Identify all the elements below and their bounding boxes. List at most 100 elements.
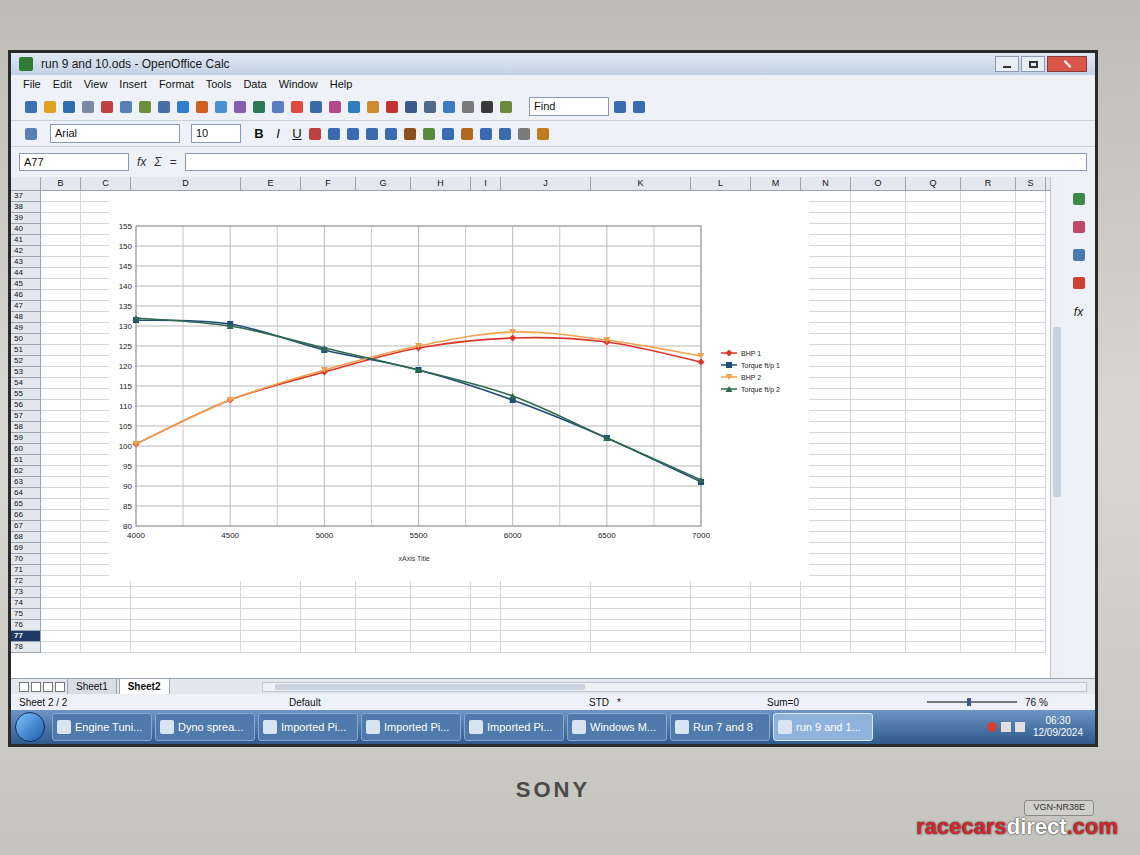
cell[interactable] — [906, 191, 961, 202]
row-header[interactable]: 48 — [11, 312, 41, 323]
cell[interactable] — [906, 620, 961, 631]
toolbar-button-icon[interactable] — [422, 99, 438, 115]
cell[interactable] — [501, 631, 591, 642]
cell[interactable] — [961, 422, 1016, 433]
cell[interactable] — [961, 312, 1016, 323]
cell[interactable] — [356, 587, 411, 598]
toolbar-button-icon[interactable] — [99, 99, 115, 115]
cell[interactable] — [906, 411, 961, 422]
toolbar-button-icon[interactable] — [403, 99, 419, 115]
column-header[interactable]: O — [851, 177, 906, 190]
cell[interactable] — [961, 532, 1016, 543]
cell[interactable] — [851, 609, 906, 620]
row-header[interactable]: 59 — [11, 433, 41, 444]
cell[interactable] — [501, 587, 591, 598]
cell[interactable] — [961, 279, 1016, 290]
cell[interactable] — [356, 620, 411, 631]
cell[interactable] — [131, 631, 241, 642]
format-button-icon[interactable] — [307, 126, 323, 142]
cell[interactable] — [1016, 378, 1046, 389]
cell[interactable] — [851, 411, 906, 422]
cell[interactable] — [961, 235, 1016, 246]
cell[interactable] — [41, 202, 81, 213]
vertical-scrollbar[interactable] — [1050, 177, 1062, 678]
sidebar-button-icon[interactable] — [1071, 275, 1087, 291]
cell[interactable] — [961, 389, 1016, 400]
cell[interactable] — [411, 620, 471, 631]
cell[interactable] — [41, 565, 81, 576]
cell[interactable] — [501, 642, 591, 653]
toolbar-button-icon[interactable] — [137, 99, 153, 115]
cell[interactable] — [906, 455, 961, 466]
menu-item[interactable]: Data — [243, 76, 266, 93]
row-header[interactable]: 70 — [11, 554, 41, 565]
cell[interactable] — [961, 444, 1016, 455]
cell[interactable] — [906, 598, 961, 609]
cell[interactable] — [851, 521, 906, 532]
menu-item[interactable]: Window — [279, 76, 318, 93]
horizontal-scrollbar[interactable] — [262, 682, 1088, 692]
column-header[interactable]: C — [81, 177, 131, 190]
cell[interactable] — [961, 257, 1016, 268]
row-header[interactable]: 69 — [11, 543, 41, 554]
cell[interactable] — [81, 598, 131, 609]
styles-icon[interactable] — [23, 126, 39, 142]
cell[interactable] — [241, 620, 301, 631]
cell[interactable] — [906, 444, 961, 455]
toolbar-button-icon[interactable] — [232, 99, 248, 115]
cell[interactable] — [1016, 257, 1046, 268]
cell[interactable] — [961, 202, 1016, 213]
cell[interactable] — [1016, 389, 1046, 400]
cell[interactable] — [411, 587, 471, 598]
cell[interactable] — [41, 521, 81, 532]
cell[interactable] — [411, 631, 471, 642]
cell[interactable] — [1016, 488, 1046, 499]
row-header[interactable]: 72 — [11, 576, 41, 587]
row-header[interactable]: 71 — [11, 565, 41, 576]
cell[interactable] — [851, 268, 906, 279]
cell[interactable] — [961, 587, 1016, 598]
cell[interactable] — [906, 323, 961, 334]
cell[interactable] — [1016, 367, 1046, 378]
cell[interactable] — [41, 444, 81, 455]
cell[interactable] — [1016, 279, 1046, 290]
row-header[interactable]: 74 — [11, 598, 41, 609]
cell[interactable] — [41, 356, 81, 367]
toolbar-button-icon[interactable] — [327, 99, 343, 115]
row-header[interactable]: 55 — [11, 389, 41, 400]
cell[interactable] — [751, 642, 801, 653]
cell[interactable] — [961, 433, 1016, 444]
toolbar-button-icon[interactable] — [289, 99, 305, 115]
cell[interactable] — [906, 301, 961, 312]
cell[interactable] — [906, 400, 961, 411]
cell[interactable] — [906, 631, 961, 642]
row-header[interactable]: 37 — [11, 191, 41, 202]
cell[interactable] — [751, 609, 801, 620]
menu-item[interactable]: Insert — [119, 76, 147, 93]
cell[interactable] — [961, 400, 1016, 411]
toolbar-button-icon[interactable] — [42, 99, 58, 115]
cell[interactable] — [961, 488, 1016, 499]
cell[interactable] — [471, 598, 501, 609]
cell[interactable] — [1016, 191, 1046, 202]
cell[interactable] — [851, 389, 906, 400]
cell[interactable] — [131, 620, 241, 631]
cell[interactable] — [851, 279, 906, 290]
row-header[interactable]: 46 — [11, 290, 41, 301]
column-header[interactable]: G — [356, 177, 411, 190]
format-button-icon[interactable] — [478, 126, 494, 142]
cell[interactable] — [41, 246, 81, 257]
cell[interactable] — [471, 587, 501, 598]
row-header[interactable]: 65 — [11, 499, 41, 510]
cell[interactable] — [41, 334, 81, 345]
toolbar-button-icon[interactable] — [118, 99, 134, 115]
cell[interactable] — [961, 609, 1016, 620]
taskbar-item[interactable]: Run 7 and 8 — [670, 713, 770, 741]
taskbar-item[interactable]: Imported Pi... — [258, 713, 358, 741]
close-icon[interactable] — [1047, 56, 1087, 72]
row-header[interactable]: 54 — [11, 378, 41, 389]
sheet-nav-icon[interactable] — [19, 682, 29, 692]
row-header[interactable]: 58 — [11, 422, 41, 433]
cell[interactable] — [41, 477, 81, 488]
cell[interactable] — [131, 609, 241, 620]
